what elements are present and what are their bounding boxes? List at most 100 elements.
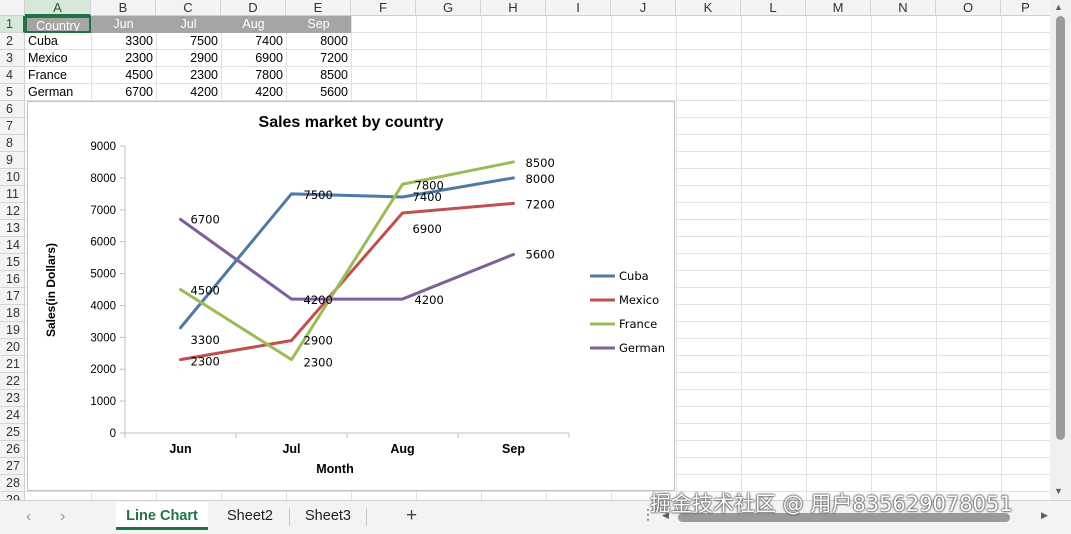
table-cell[interactable]: 4200 (221, 84, 286, 101)
table-cell[interactable]: 4200 (156, 84, 221, 101)
row-header-26[interactable]: 26 (0, 441, 25, 458)
data-label: 2300 (304, 356, 333, 370)
scroll-right-arrow-icon[interactable]: ▶ (1041, 510, 1048, 521)
tab-sheet2[interactable]: Sheet2 (218, 502, 282, 530)
next-sheet-arrow-icon[interactable]: › (60, 508, 65, 526)
row-header-24[interactable]: 24 (0, 407, 25, 424)
header-cell[interactable]: Country (25, 16, 91, 33)
watermark-text: 掘金技术社区 @ 用户835629078051 (650, 492, 1013, 516)
spreadsheet-grid[interactable]: ABCDEFGHIJKLMNOP 1 2 3 4 5 6 7 8 9 10 11 12 13 14 15 16… (0, 0, 1050, 500)
row-header-22[interactable]: 22 (0, 373, 25, 390)
column-header-n[interactable]: N (871, 0, 936, 16)
row-header-1[interactable]: 1 (0, 16, 25, 33)
data-label: 6900 (413, 222, 442, 236)
row-header-28[interactable]: 28 (0, 475, 25, 492)
row-header-18[interactable]: 18 (0, 305, 25, 322)
table-cell[interactable]: Mexico (25, 50, 91, 67)
column-header-c[interactable]: C (156, 0, 221, 16)
column-header-g[interactable]: G (416, 0, 481, 16)
column-header-b[interactable]: B (91, 0, 156, 16)
row-header-4[interactable]: 4 (0, 67, 25, 84)
table-cell[interactable]: 2900 (156, 50, 221, 67)
series-line-german[interactable] (179, 217, 515, 301)
row-header-12[interactable]: 12 (0, 203, 25, 220)
data-label: 7500 (304, 188, 333, 202)
scroll-up-arrow-icon[interactable]: ▲ (1054, 2, 1063, 12)
series-line-cuba[interactable] (179, 176, 515, 330)
row-header-14[interactable]: 14 (0, 237, 25, 254)
table-cell[interactable]: 7200 (286, 50, 351, 67)
row-header-16[interactable]: 16 (0, 271, 25, 288)
table-cell[interactable]: German (25, 84, 91, 101)
column-header-d[interactable]: D (221, 0, 286, 16)
table-cell[interactable]: France (25, 67, 91, 84)
header-cell[interactable]: Aug (221, 16, 286, 33)
row-header-23[interactable]: 23 (0, 390, 25, 407)
table-cell[interactable]: Cuba (25, 33, 91, 50)
row-header-15[interactable]: 15 (0, 254, 25, 271)
column-header-f[interactable]: F (351, 0, 416, 16)
table-cell[interactable]: 8000 (286, 33, 351, 50)
tab-line-chart[interactable]: Line Chart (116, 502, 208, 530)
column-header-o[interactable]: O (936, 0, 1001, 16)
table-cell[interactable]: 2300 (156, 67, 221, 84)
data-label: 4500 (191, 284, 220, 298)
row-header-9[interactable]: 9 (0, 152, 25, 169)
row-header-17[interactable]: 17 (0, 288, 25, 305)
add-sheet-button[interactable]: + (406, 505, 417, 527)
select-all-corner[interactable] (0, 0, 25, 16)
row-header-13[interactable]: 13 (0, 220, 25, 237)
row-header-20[interactable]: 20 (0, 339, 25, 356)
legend-label[interactable]: German (619, 341, 665, 355)
row-header-5[interactable]: 5 (0, 84, 25, 101)
row-header-8[interactable]: 8 (0, 135, 25, 152)
table-cell[interactable]: 8500 (286, 67, 351, 84)
column-header-k[interactable]: K (676, 0, 741, 16)
table-cell[interactable]: 6700 (91, 84, 156, 101)
row-header-6[interactable]: 6 (0, 101, 25, 118)
series-line-france[interactable] (179, 160, 515, 362)
header-cell[interactable]: Jul (156, 16, 221, 33)
series-line-mexico[interactable] (179, 201, 515, 362)
y-tick-label: 1000 (90, 396, 116, 408)
tab-sheet3[interactable]: Sheet3 (296, 502, 360, 530)
column-header-l[interactable]: L (741, 0, 806, 16)
column-header-j[interactable]: J (611, 0, 676, 16)
row-header-21[interactable]: 21 (0, 356, 25, 373)
row-header-11[interactable]: 11 (0, 186, 25, 203)
y-tick-label: 5000 (90, 269, 116, 281)
header-cell[interactable]: Sep (286, 16, 351, 33)
row-header-29[interactable]: 29 (0, 492, 25, 500)
table-cell[interactable]: 3300 (91, 33, 156, 50)
column-header-m[interactable]: M (806, 0, 871, 16)
prev-sheet-arrow-icon[interactable]: ‹ (26, 508, 31, 526)
header-cell[interactable]: Jun (91, 16, 156, 33)
row-header-19[interactable]: 19 (0, 322, 25, 339)
legend-label[interactable]: France (619, 317, 657, 331)
table-cell[interactable]: 5600 (286, 84, 351, 101)
row-header-10[interactable]: 10 (0, 169, 25, 186)
column-header-i[interactable]: I (546, 0, 611, 16)
row-header-25[interactable]: 25 (0, 424, 25, 441)
line-chart[interactable]: Sales market by country Sales(in Dollars… (27, 101, 675, 491)
chart-legend[interactable]: Cuba Mexico France German (590, 269, 665, 355)
table-cell[interactable]: 6900 (221, 50, 286, 67)
y-tick-label: 3000 (90, 332, 116, 344)
table-cell[interactable]: 7400 (221, 33, 286, 50)
scroll-down-arrow-icon[interactable]: ▼ (1054, 486, 1063, 496)
column-header-h[interactable]: H (481, 0, 546, 16)
column-header-e[interactable]: E (286, 0, 351, 16)
row-header-3[interactable]: 3 (0, 50, 25, 67)
table-cell[interactable]: 7800 (221, 67, 286, 84)
row-header-2[interactable]: 2 (0, 33, 25, 50)
row-header-27[interactable]: 27 (0, 458, 25, 475)
legend-label[interactable]: Cuba (619, 269, 649, 283)
table-cell[interactable]: 4500 (91, 67, 156, 84)
table-cell[interactable]: 2300 (91, 50, 156, 67)
column-header-a[interactable]: A (25, 0, 91, 16)
column-header-p[interactable]: P (1001, 0, 1050, 16)
vertical-scroll-thumb[interactable] (1056, 16, 1065, 440)
row-header-7[interactable]: 7 (0, 118, 25, 135)
legend-label[interactable]: Mexico (619, 293, 659, 307)
table-cell[interactable]: 7500 (156, 33, 221, 50)
